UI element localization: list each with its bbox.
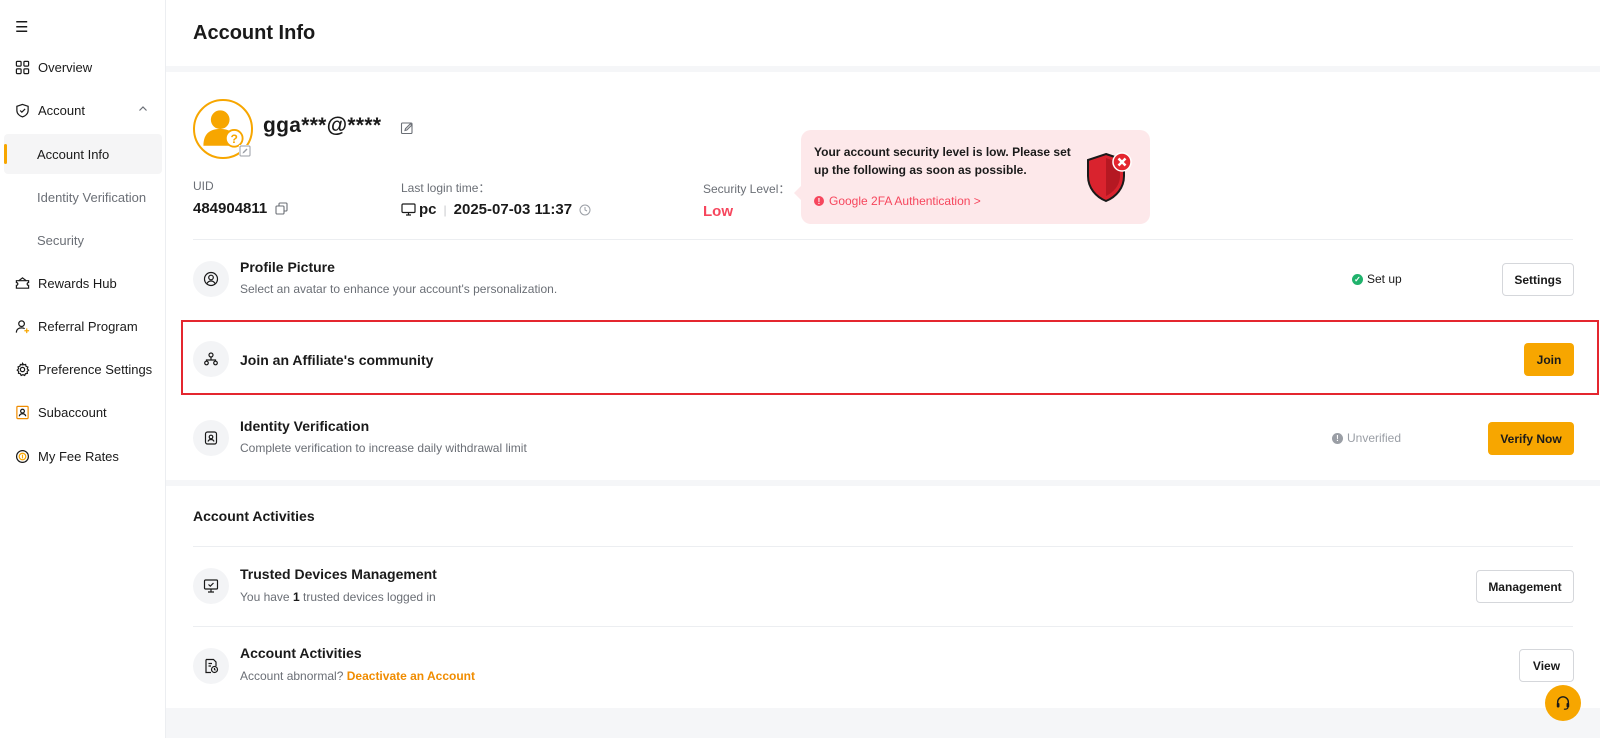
security-level-value: Low [703,203,733,220]
ticket-icon [14,275,30,291]
last-login-time: 2025-07-03 11:37 [453,201,573,218]
separator: | [443,202,447,217]
profile-picture-desc: Select an avatar to enhance your account… [240,282,558,296]
trusted-device-count: 1 [292,590,300,604]
unverified-status-text: Unverified [1347,431,1402,445]
account-abnormal-text: Account abnormal? [240,669,344,683]
verify-now-button[interactable]: Verify Now [1488,422,1574,455]
check-circle-icon: ✓ [1352,273,1363,285]
menu-toggle-icon[interactable]: ☰ [15,20,28,35]
svg-text:?: ? [230,132,237,146]
identity-verification-desc: Complete verification to increase daily … [240,441,527,455]
last-login-label: Last login time： [401,181,491,195]
shield-warning-icon [1087,152,1132,203]
headset-icon [1556,696,1570,710]
avatar-edit-icon[interactable] [239,145,251,157]
sidebar-item-rewards-hub[interactable]: Rewards Hub [0,263,166,303]
clock-icon[interactable] [579,204,591,216]
trusted-devices-desc: You have 1 trusted devices logged in [240,590,436,604]
join-button[interactable]: Join [1524,343,1574,376]
account-activities-desc: Account abnormal? Deactivate an Account [240,669,475,683]
user-circle-icon [193,261,229,297]
sidebar-item-label: Preference Settings [38,361,153,377]
info-circle-icon: ! [1332,432,1343,444]
account-activities-heading: Account Activities [193,508,315,524]
sidebar-item-preference-settings[interactable]: Preference Settings [0,349,166,389]
sidebar-item-overview[interactable]: Overview [0,47,166,87]
customer-support-button[interactable] [1545,685,1581,721]
device-name: pc [419,201,437,218]
main-content: Account Info ? gga***@**** UID 484904811… [166,0,1600,738]
affiliate-community-row: Join an Affiliate's community Join [166,322,1600,397]
account-info-card: ? gga***@**** UID 484904811 Last login t… [166,72,1600,480]
trusted-desc-prefix: You have [240,590,290,604]
unverified-status: ! Unverified [1332,431,1401,445]
sidebar: ☰ Overview Account Account Info Identity… [0,0,166,738]
sidebar-item-label: Account [38,102,85,118]
affiliate-title: Join an Affiliate's community [240,352,434,368]
sidebar-item-label: Subaccount [38,404,107,420]
sidebar-item-my-fee-rates[interactable]: My Fee Rates [0,436,166,476]
page-header: Account Info [166,0,1600,66]
setup-status-text: Set up [1367,272,1402,286]
sidebar-subitem-label: Identity Verification [37,189,147,205]
security-warning-text: Your account security level is low. Plea… [814,145,1071,177]
account-activities-card: Account Activities Trusted Devices Manag… [166,486,1600,708]
coin-icon [14,448,30,464]
identity-verification-row: Identity Verification Complete verificat… [166,399,1600,477]
sidebar-subitem-label: Security [37,232,84,248]
uid-text: 484904811 [193,200,268,217]
chevron-up-icon[interactable] [138,104,148,114]
sidebar-subitem-security[interactable]: Security [4,220,162,260]
uid-value: 484904811 [193,200,288,217]
sidebar-subitem-label: Account Info [37,146,110,162]
user-plus-icon [14,318,30,334]
sidebar-subitem-identity-verification[interactable]: Identity Verification [4,177,162,217]
id-badge-icon [193,420,229,456]
security-level-label: Security Level： [703,182,791,196]
sidebar-subitem-account-info[interactable]: Account Info [4,134,162,174]
profile-picture-row: Profile Picture Select an avatar to enha… [166,240,1600,318]
management-button[interactable]: Management [1476,570,1574,603]
desktop-icon [401,203,416,216]
grid-icon [14,59,30,75]
google-2fa-link[interactable]: ! Google 2FA Authentication > [814,194,981,208]
identity-verification-title: Identity Verification [240,418,370,434]
settings-button[interactable]: Settings [1502,263,1574,296]
profile-picture-title: Profile Picture [240,259,335,275]
username: gga***@**** [263,114,382,137]
sidebar-item-label: Rewards Hub [38,275,117,291]
trusted-devices-title: Trusted Devices Management [240,566,437,582]
account-activities-title: Account Activities [240,645,362,661]
sidebar-item-subaccount[interactable]: Subaccount [0,392,166,432]
page-title: Account Info [193,22,316,44]
sidebar-item-label: Referral Program [38,318,138,334]
edit-username-icon[interactable] [400,121,414,135]
last-login-value: pc | 2025-07-03 11:37 [401,201,591,218]
warning-icon: ! [814,196,824,206]
google-2fa-link-text: Google 2FA Authentication > [829,194,981,208]
view-button[interactable]: View [1519,649,1574,682]
trusted-desc-suffix: trusted devices logged in [302,590,436,604]
monitor-check-icon [193,568,229,604]
security-warning-tooltip: Your account security level is low. Plea… [794,130,1150,224]
sidebar-item-account[interactable]: Account [0,90,166,130]
document-clock-icon [193,648,229,684]
shield-icon [14,102,30,118]
network-icon [193,341,229,377]
account-activities-row: Account Activities Account abnormal? Dea… [166,627,1600,707]
sidebar-item-label: Overview [38,59,93,75]
id-card-icon [14,404,30,420]
trusted-devices-row: Trusted Devices Management You have 1 tr… [166,547,1600,625]
sidebar-item-referral-program[interactable]: Referral Program [0,306,166,346]
deactivate-account-link[interactable]: Deactivate an Account [347,669,475,683]
sidebar-item-label: My Fee Rates [38,448,119,464]
setup-status: ✓ Set up [1352,272,1402,286]
copy-icon[interactable] [275,202,288,215]
gear-icon [14,361,30,377]
uid-label: UID [193,179,214,193]
